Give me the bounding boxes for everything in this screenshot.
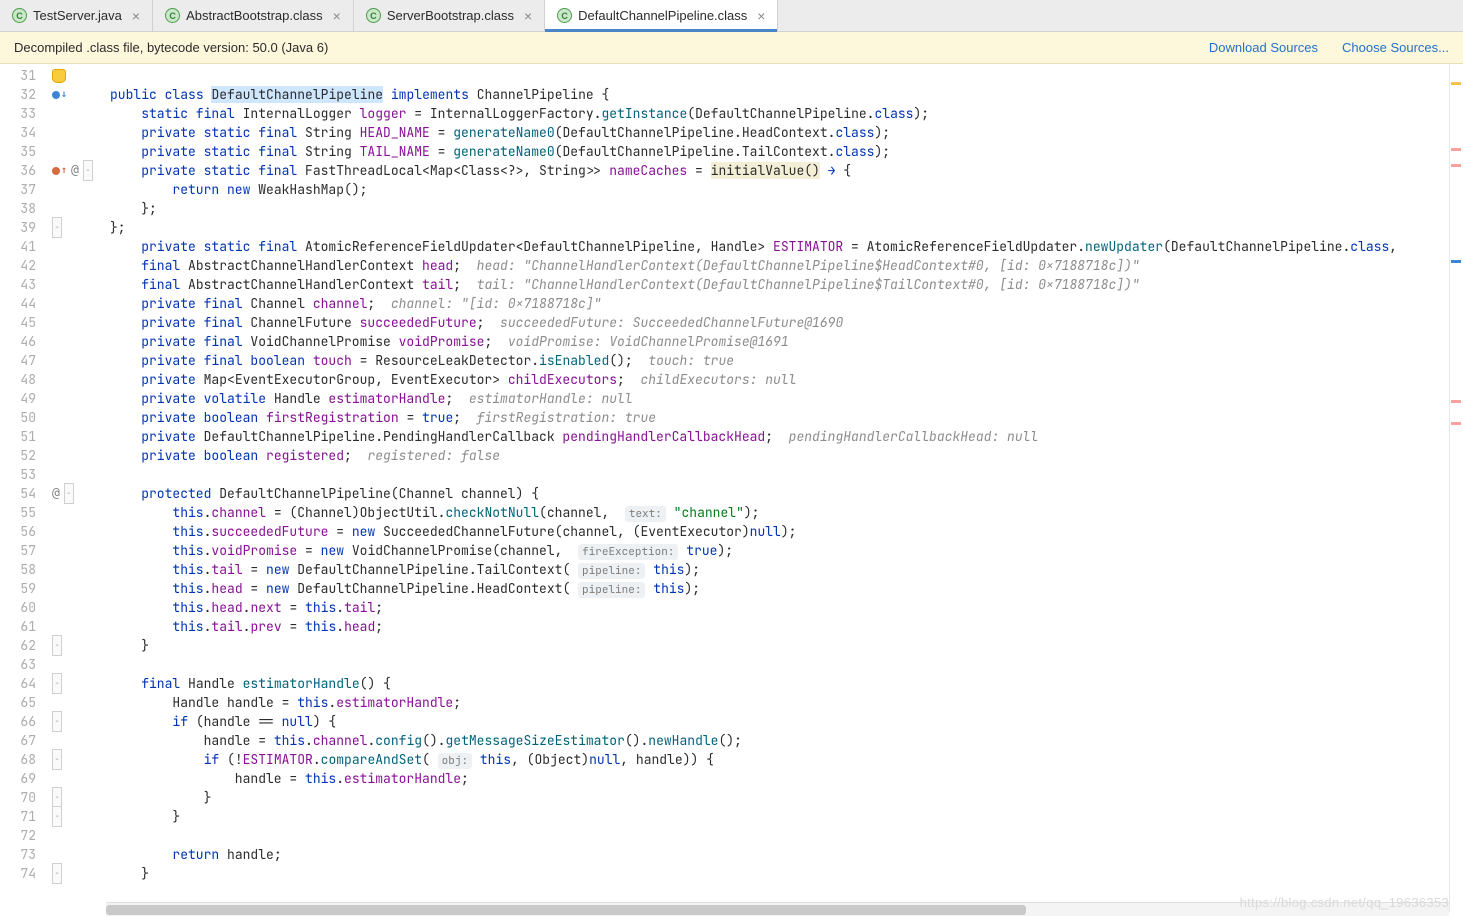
scrollbar-thumb[interactable] [106, 905, 1026, 915]
code-line[interactable]: if (!ESTIMATOR.compareAndSet( obj: this,… [106, 750, 1463, 769]
fold-toggle-icon[interactable]: - [52, 787, 62, 808]
gutter-icons: ↓↑@--@-------- [46, 64, 106, 912]
code-line[interactable]: private final ChannelFuture succeededFut… [106, 313, 1463, 332]
code-line[interactable]: public class DefaultChannelPipeline impl… [106, 85, 1463, 104]
code-line[interactable]: this.tail.prev = this.head; [106, 617, 1463, 636]
code-line[interactable]: this.succeededFuture = new SucceededChan… [106, 522, 1463, 541]
code-line[interactable]: } [106, 864, 1463, 883]
code-line[interactable]: private volatile Handle estimatorHandle;… [106, 389, 1463, 408]
annotation-icon[interactable]: @ [52, 484, 60, 503]
fold-toggle-icon[interactable]: - [52, 863, 62, 884]
code-line[interactable]: private DefaultChannelPipeline.PendingHa… [106, 427, 1463, 446]
close-icon[interactable]: × [757, 8, 765, 24]
close-icon[interactable]: × [524, 8, 532, 24]
code-line[interactable]: private boolean firstRegistration = true… [106, 408, 1463, 427]
class-icon: C [366, 8, 381, 23]
tab-label: AbstractBootstrap.class [186, 8, 323, 23]
tab-testserver-java[interactable]: C TestServer.java × [0, 0, 153, 31]
code-line[interactable]: protected DefaultChannelPipeline(Channel… [106, 484, 1463, 503]
code-line[interactable]: final AbstractChannelHandlerContext tail… [106, 275, 1463, 294]
class-icon: C [165, 8, 180, 23]
code-line[interactable]: static final InternalLogger logger = Int… [106, 104, 1463, 123]
code-line[interactable] [106, 826, 1463, 845]
code-line[interactable]: handle = this.estimatorHandle; [106, 769, 1463, 788]
editor-tabs: C TestServer.java × C AbstractBootstrap.clas… [0, 0, 1463, 32]
fold-toggle-icon[interactable]: - [52, 749, 62, 770]
code-line[interactable]: private boolean registered; registered: … [106, 446, 1463, 465]
tab-label: DefaultChannelPipeline.class [578, 8, 747, 23]
fold-toggle-icon[interactable]: - [83, 160, 93, 181]
horizontal-scrollbar[interactable] [106, 902, 1449, 916]
fold-toggle-icon[interactable]: - [52, 217, 62, 238]
code-line[interactable]: } [106, 788, 1463, 807]
fold-toggle-icon[interactable]: - [52, 635, 62, 656]
code-line[interactable]: private final boolean touch = ResourceLe… [106, 351, 1463, 370]
code-line[interactable]: Handle handle = this.estimatorHandle; [106, 693, 1463, 712]
code-line[interactable]: }; [106, 199, 1463, 218]
tab-abstractbootstrap-class[interactable]: C AbstractBootstrap.class × [153, 0, 354, 31]
code-line[interactable]: private Map<EventExecutorGroup, EventExe… [106, 370, 1463, 389]
code-line[interactable]: if (handle == null) { [106, 712, 1463, 731]
code-line[interactable]: private static final AtomicReferenceFiel… [106, 237, 1463, 256]
code-line[interactable]: final Handle estimatorHandle() { [106, 674, 1463, 693]
error-stripe[interactable] [1449, 64, 1463, 912]
code-editor[interactable]: public class DefaultChannelPipeline impl… [106, 64, 1463, 912]
code-line[interactable] [106, 655, 1463, 674]
banner-message: Decompiled .class file, bytecode version… [14, 40, 328, 55]
tab-label: TestServer.java [33, 8, 122, 23]
code-line[interactable]: this.channel = (Channel)ObjectUtil.check… [106, 503, 1463, 522]
annotation-icon[interactable]: @ [71, 161, 79, 180]
code-line[interactable]: private static final String TAIL_NAME = … [106, 142, 1463, 161]
class-icon: C [557, 8, 572, 23]
close-icon[interactable]: × [132, 8, 140, 24]
download-sources-link[interactable]: Download Sources [1209, 40, 1318, 55]
banner-links: Download Sources Choose Sources... [1209, 40, 1449, 55]
code-line[interactable]: handle = this.channel.config().getMessag… [106, 731, 1463, 750]
close-icon[interactable]: × [333, 8, 341, 24]
code-line[interactable]: return handle; [106, 845, 1463, 864]
code-line[interactable]: final AbstractChannelHandlerContext head… [106, 256, 1463, 275]
code-line[interactable]: } [106, 636, 1463, 655]
stripe-mark[interactable] [1451, 260, 1461, 263]
override-down-icon[interactable]: ↓ [52, 85, 67, 104]
choose-sources-link[interactable]: Choose Sources... [1342, 40, 1449, 55]
fold-toggle-icon[interactable]: - [52, 673, 62, 694]
stripe-mark[interactable] [1451, 400, 1461, 403]
intention-bulb-icon[interactable] [52, 69, 66, 83]
stripe-mark[interactable] [1451, 422, 1461, 425]
code-line[interactable]: this.voidPromise = new VoidChannelPromis… [106, 541, 1463, 560]
decompiled-banner: Decompiled .class file, bytecode version… [0, 32, 1463, 64]
stripe-mark[interactable] [1451, 164, 1461, 167]
fold-toggle-icon[interactable]: - [52, 711, 62, 732]
editor-area: 3132333435363738394142434445464748495051… [0, 64, 1463, 912]
code-line[interactable]: private final VoidChannelPromise voidPro… [106, 332, 1463, 351]
code-line[interactable]: private final Channel channel; channel: … [106, 294, 1463, 313]
stripe-mark[interactable] [1451, 148, 1461, 151]
class-icon: C [12, 8, 27, 23]
fold-toggle-icon[interactable]: - [52, 806, 62, 827]
code-line[interactable]: this.tail = new DefaultChannelPipeline.T… [106, 560, 1463, 579]
code-line[interactable]: this.head.next = this.tail; [106, 598, 1463, 617]
code-line[interactable]: return new WeakHashMap(); [106, 180, 1463, 199]
code-line[interactable]: }; [106, 218, 1463, 237]
tab-label: ServerBootstrap.class [387, 8, 514, 23]
code-line[interactable]: } [106, 807, 1463, 826]
code-line[interactable] [106, 465, 1463, 484]
tab-defaultchannelpipeline-class[interactable]: C DefaultChannelPipeline.class × [545, 0, 778, 31]
code-line[interactable]: private static final String HEAD_NAME = … [106, 123, 1463, 142]
stripe-mark[interactable] [1451, 82, 1461, 85]
code-line[interactable] [106, 66, 1463, 85]
code-line[interactable]: this.head = new DefaultChannelPipeline.H… [106, 579, 1463, 598]
override-up-icon[interactable]: ↑ [52, 161, 67, 180]
tab-serverbootstrap-class[interactable]: C ServerBootstrap.class × [354, 0, 545, 31]
fold-toggle-icon[interactable]: - [64, 483, 74, 504]
line-number-gutter: 3132333435363738394142434445464748495051… [0, 64, 46, 912]
code-line[interactable]: private static final FastThreadLocal<Map… [106, 161, 1463, 180]
